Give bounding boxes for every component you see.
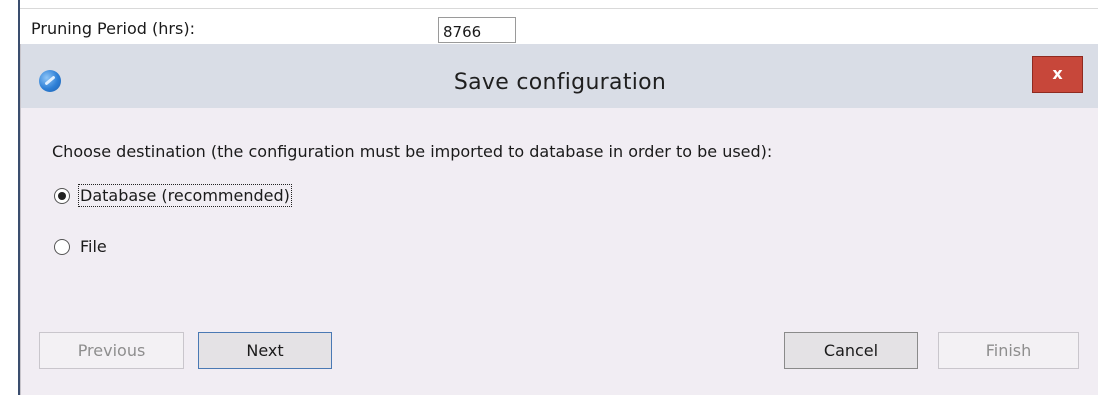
dialog-titlebar[interactable]: Save configuration x [21,44,1098,108]
finish-button[interactable]: Finish [938,332,1079,369]
file-option-label[interactable]: File [79,236,108,257]
close-icon: x [1052,64,1063,83]
close-button[interactable]: x [1032,56,1083,93]
row-divider [20,8,1098,9]
radio-unselected-icon[interactable] [54,238,70,255]
database-option-label[interactable]: Database (recommended) [78,184,292,207]
dialog-content: Choose destination (the configuration mu… [21,108,1098,395]
radio-option-file[interactable]: File [54,236,108,257]
destination-prompt: Choose destination (the configuration mu… [52,142,773,161]
pruning-period-row: Pruning Period (hrs): [0,0,1098,44]
radio-option-database[interactable]: Database (recommended) [54,184,292,207]
radio-selected-icon[interactable] [54,187,70,204]
next-button[interactable]: Next [198,332,332,369]
dialog-title: Save configuration [453,70,667,95]
save-configuration-dialog: Save configuration x Choose destination … [20,44,1098,395]
pruning-period-input[interactable] [438,17,516,43]
cancel-button[interactable]: Cancel [784,332,918,369]
pruning-period-label: Pruning Period (hrs): [31,19,195,38]
previous-button[interactable]: Previous [39,332,184,369]
